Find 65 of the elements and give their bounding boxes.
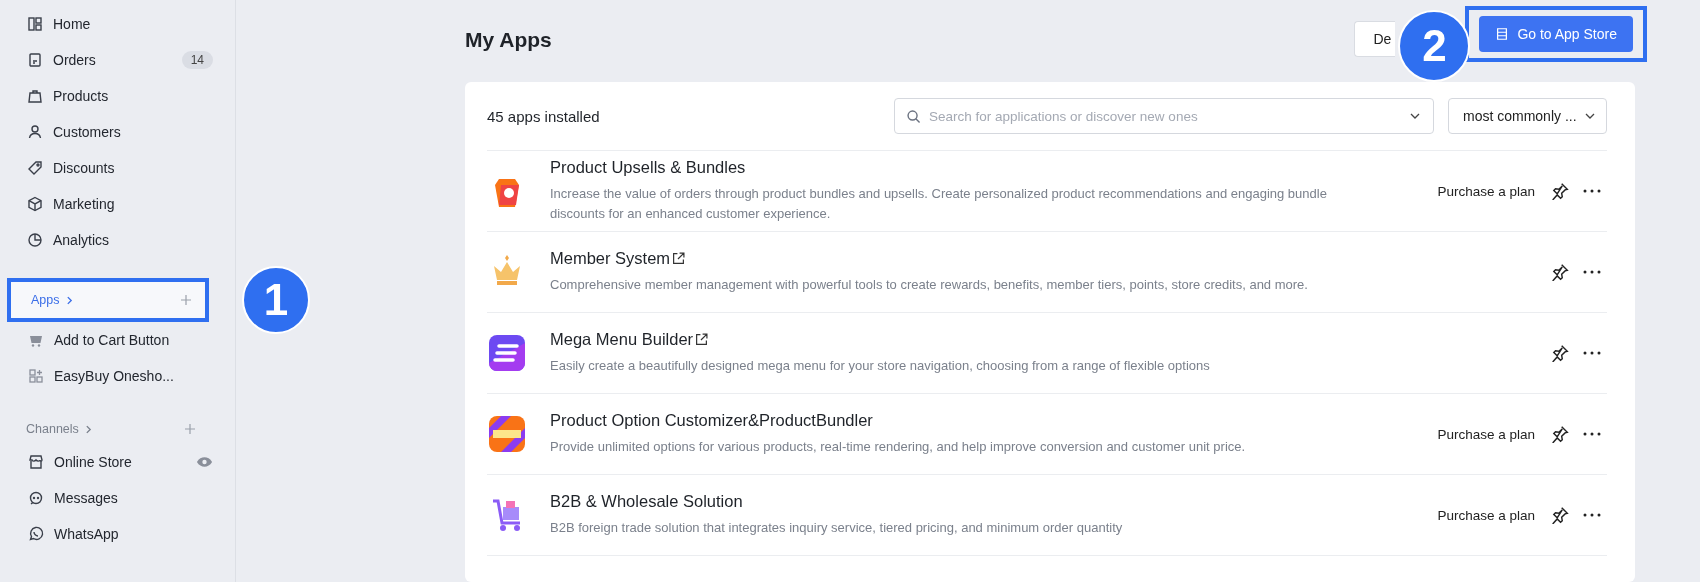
callout-marker: 2 bbox=[1398, 10, 1471, 82]
person-icon bbox=[27, 124, 43, 140]
search-field[interactable]: Search for applications or discover new ones bbox=[894, 98, 1434, 134]
app-description: Provide unlimited options for various products, real-time rendering, and help improve conversion and customer unit price. bbox=[550, 438, 1247, 456]
chevron-icon bbox=[83, 424, 93, 434]
count-badge: 14 bbox=[181, 51, 213, 69]
secondary-button[interactable]: De bbox=[1354, 21, 1396, 57]
chevron-icon bbox=[64, 295, 74, 305]
app-nav-item[interactable]: Add to Cart Button bbox=[0, 322, 235, 358]
apps-section-header[interactable]: Apps bbox=[7, 278, 209, 322]
pin-icon[interactable] bbox=[1551, 506, 1569, 524]
pie-chart-icon bbox=[27, 232, 43, 248]
tag-icon bbox=[27, 160, 43, 176]
callout-marker: 1 bbox=[242, 266, 310, 334]
app-store-button[interactable]: Go to App Store bbox=[1479, 16, 1633, 52]
page-title: My Apps bbox=[465, 28, 552, 52]
more-icon[interactable] bbox=[1583, 513, 1601, 517]
pin-icon[interactable] bbox=[1551, 344, 1569, 362]
striped-app-icon bbox=[487, 414, 527, 454]
menu-lines-icon bbox=[487, 333, 527, 373]
channel-nav-item[interactable]: Messages bbox=[0, 480, 235, 516]
app-description: B2B foreign trade solution that integrates inquiry service, tiered pricing, and minimum order quantity bbox=[550, 519, 1124, 537]
nav-item[interactable]: Discounts bbox=[0, 150, 235, 186]
purchase-link[interactable]: Purchase a plan bbox=[1437, 426, 1535, 442]
app-name[interactable]: Product Upsells & Bundles bbox=[550, 158, 746, 177]
grid-icon bbox=[28, 368, 44, 384]
more-icon[interactable] bbox=[1583, 270, 1601, 274]
channel-nav-item[interactable]: WhatsApp bbox=[0, 516, 235, 552]
nav-item[interactable]: Orders 14 bbox=[0, 42, 235, 78]
app-name[interactable]: Product Option Customizer&ProductBundler bbox=[550, 411, 873, 430]
external-link-icon[interactable] bbox=[672, 252, 686, 265]
channel-nav-item[interactable]: Online Store bbox=[0, 444, 235, 480]
app-name[interactable]: Member System bbox=[550, 249, 671, 268]
nav-item[interactable]: Products bbox=[0, 78, 235, 114]
nav-item[interactable]: Analytics bbox=[0, 222, 235, 258]
app-name[interactable]: B2B & Wholesale Solution bbox=[550, 492, 743, 511]
eye-icon[interactable] bbox=[196, 456, 213, 468]
pin-icon[interactable] bbox=[1551, 263, 1569, 281]
app-description: Increase the value of orders through product bundles and upsells. Create personalized product recommendations and engaging bundle discounts for an enhanced customer experience. bbox=[550, 185, 1328, 223]
phone-bubble-icon bbox=[28, 526, 44, 542]
external-link-icon[interactable] bbox=[695, 333, 709, 346]
nav-item[interactable]: Home bbox=[0, 6, 235, 42]
apps-count: 45 apps installed bbox=[487, 107, 600, 125]
nav-item[interactable]: Marketing bbox=[0, 186, 235, 222]
sort-dropdown[interactable]: most commonly ... bbox=[1448, 98, 1607, 134]
purchase-link[interactable]: Purchase a plan bbox=[1437, 507, 1535, 523]
app-nav-item[interactable]: EasyBuy Onesho... bbox=[0, 358, 235, 394]
app-description: Easily create a beautifully designed mega menu for your store navigation, choosing from a range of flexible options bbox=[550, 357, 1211, 375]
bag-icon bbox=[27, 88, 43, 104]
chevron-down-icon bbox=[1410, 113, 1420, 119]
pin-icon[interactable] bbox=[1551, 182, 1569, 200]
chevron-down-icon bbox=[1584, 113, 1595, 119]
purchase-link[interactable]: Purchase a plan bbox=[1437, 183, 1535, 199]
pin-icon[interactable] bbox=[1551, 425, 1569, 443]
dashboard-icon bbox=[27, 16, 43, 32]
more-icon[interactable] bbox=[1583, 432, 1601, 436]
receipt-icon bbox=[27, 52, 43, 68]
more-icon[interactable] bbox=[1583, 351, 1601, 355]
cube-icon bbox=[27, 196, 43, 212]
app-description: Comprehensive member management with powerful tools to create rewards, benefits, member tiers, points, store credits, and more. bbox=[550, 276, 1309, 294]
more-icon[interactable] bbox=[1583, 189, 1601, 193]
nav-item[interactable]: Customers bbox=[0, 114, 235, 150]
app-name[interactable]: Mega Menu Builder bbox=[550, 330, 694, 349]
chat-icon bbox=[28, 490, 44, 506]
search-icon bbox=[906, 109, 921, 124]
